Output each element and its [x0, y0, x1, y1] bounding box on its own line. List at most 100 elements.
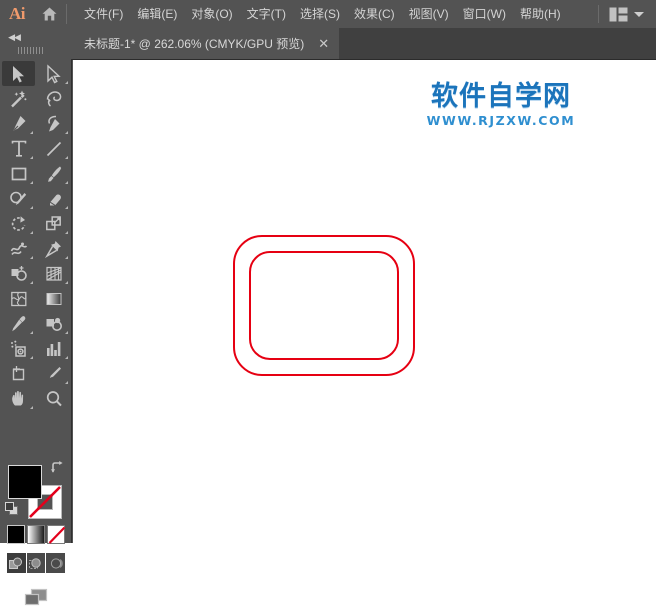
arrow-solid-icon [12, 65, 24, 82]
change-screen-mode-button[interactable] [0, 583, 72, 613]
menu-help[interactable]: 帮助(H) [513, 0, 568, 28]
toolbar-header: ◀◀ [0, 28, 72, 59]
default-fill-stroke-icon[interactable] [5, 502, 19, 521]
tool-flyout-indicator[interactable] [30, 281, 33, 284]
document-tab-bar: ◀◀ 未标题-1* @ 262.06% (CMYK/GPU 预览) ✕ [0, 28, 656, 59]
tool-flyout-indicator[interactable] [65, 381, 68, 384]
document-tab-title: 未标题-1* @ 262.06% (CMYK/GPU 预览) [84, 37, 305, 51]
selection-tool[interactable] [2, 61, 35, 86]
color-mode-button[interactable] [7, 525, 25, 544]
curvature-tool[interactable] [37, 111, 70, 136]
mesh-tool[interactable] [2, 286, 35, 311]
watermark-chinese: 软件自学网 [431, 81, 571, 112]
perspective-grid-tool[interactable] [37, 261, 70, 286]
rotate-tool[interactable] [2, 211, 35, 236]
tool-flyout-indicator[interactable] [65, 131, 68, 134]
tool-flyout-indicator[interactable] [65, 281, 68, 284]
gradient-mode-button[interactable] [27, 525, 45, 544]
draw-behind-button[interactable] [26, 553, 46, 573]
direct-selection-tool[interactable] [37, 61, 70, 86]
workspace-layout-icon[interactable] [609, 7, 628, 22]
menu-select[interactable]: 选择(S) [293, 0, 347, 28]
workspace-divider [598, 5, 599, 23]
bar-graph-icon [46, 341, 60, 356]
menu-effect[interactable]: 效果(C) [347, 0, 402, 28]
tool-flyout-indicator[interactable] [65, 356, 68, 359]
lasso-tool[interactable] [37, 86, 70, 111]
toolbar-drag-handle[interactable] [18, 47, 44, 54]
none-mode-button[interactable] [47, 525, 66, 544]
perspective-grid-icon [45, 266, 62, 281]
tool-row [0, 336, 72, 361]
shape-builder-icon [11, 265, 27, 281]
width-tool[interactable] [2, 236, 35, 261]
eraser-tool[interactable] [37, 186, 70, 211]
tool-flyout-indicator[interactable] [30, 231, 33, 234]
chevron-down-icon[interactable] [634, 11, 644, 17]
tool-flyout-indicator[interactable] [65, 256, 68, 259]
tool-row [0, 186, 72, 211]
free-transform-tool[interactable] [37, 236, 70, 261]
tool-flyout-indicator[interactable] [65, 206, 68, 209]
slice-tool[interactable] [37, 361, 70, 386]
gradient-tool[interactable] [37, 286, 70, 311]
tool-row [0, 286, 72, 311]
magnifier-icon [46, 390, 62, 406]
tool-flyout-indicator[interactable] [30, 206, 33, 209]
tool-row [0, 86, 72, 111]
tool-row [0, 136, 72, 161]
menu-type[interactable]: 文字(T) [240, 0, 293, 28]
app-logo: Ai [9, 4, 26, 23]
fill-swatch[interactable] [8, 465, 42, 499]
draw-modes-row [7, 553, 66, 573]
eraser-icon [49, 194, 61, 206]
tool-flyout-indicator[interactable] [65, 231, 68, 234]
tool-flyout-indicator[interactable] [65, 181, 68, 184]
tool-flyout-indicator[interactable] [30, 131, 33, 134]
shaper-tool[interactable] [2, 186, 35, 211]
tool-flyout-indicator[interactable] [30, 156, 33, 159]
artwork-rounded-rectangles[interactable] [73, 60, 656, 543]
close-icon[interactable]: ✕ [318, 37, 329, 50]
scale-tool[interactable] [37, 211, 70, 236]
tool-flyout-indicator[interactable] [30, 256, 33, 259]
home-icon[interactable] [34, 0, 64, 28]
draw-inside-button[interactable] [46, 553, 66, 573]
tool-flyout-indicator[interactable] [65, 81, 68, 84]
menu-edit[interactable]: 编辑(E) [130, 0, 184, 28]
document-tab[interactable]: 未标题-1* @ 262.06% (CMYK/GPU 预览) ✕ [72, 28, 340, 59]
paintbrush-tool[interactable] [37, 161, 70, 186]
menu-view[interactable]: 视图(V) [402, 0, 456, 28]
menu-file[interactable]: 文件(F) [77, 0, 130, 28]
tool-flyout-indicator[interactable] [65, 156, 68, 159]
magic-wand-tool[interactable] [2, 86, 35, 111]
line-icon [46, 141, 61, 156]
menu-window[interactable]: 窗口(W) [456, 0, 513, 28]
blend-tool[interactable] [37, 311, 70, 336]
rectangle-tool[interactable] [2, 161, 35, 186]
tool-flyout-indicator[interactable] [30, 331, 33, 334]
shape-builder-tool[interactable] [2, 261, 35, 286]
arrow-hollow-icon [46, 63, 61, 83]
document-canvas[interactable]: 软件自学网 WWW.RJZXW.COM [73, 60, 656, 543]
pencil-slice-icon [48, 366, 61, 379]
tool-flyout-indicator[interactable] [65, 331, 68, 334]
tool-flyout-indicator[interactable] [30, 181, 33, 184]
outer-rounded-rectangle [233, 235, 415, 376]
eyedropper-tool[interactable] [2, 311, 35, 336]
type-tool[interactable] [2, 136, 35, 161]
symbol-sprayer-tool[interactable] [2, 336, 35, 361]
symbol-sprayer-icon [10, 340, 26, 357]
artboard-tool[interactable] [2, 361, 35, 386]
collapse-panel-button[interactable]: ◀◀ [4, 31, 24, 43]
tool-row [0, 161, 72, 186]
paintbrush-icon [47, 166, 61, 182]
pen-tool[interactable] [2, 111, 35, 136]
menu-object[interactable]: 对象(O) [184, 0, 239, 28]
column-graph-tool[interactable] [37, 336, 70, 361]
menu-divider [66, 4, 67, 24]
tool-flyout-indicator[interactable] [30, 356, 33, 359]
line-segment-tool[interactable] [37, 136, 70, 161]
swap-fill-stroke-icon[interactable] [50, 461, 64, 479]
draw-normal-button[interactable] [7, 553, 26, 573]
